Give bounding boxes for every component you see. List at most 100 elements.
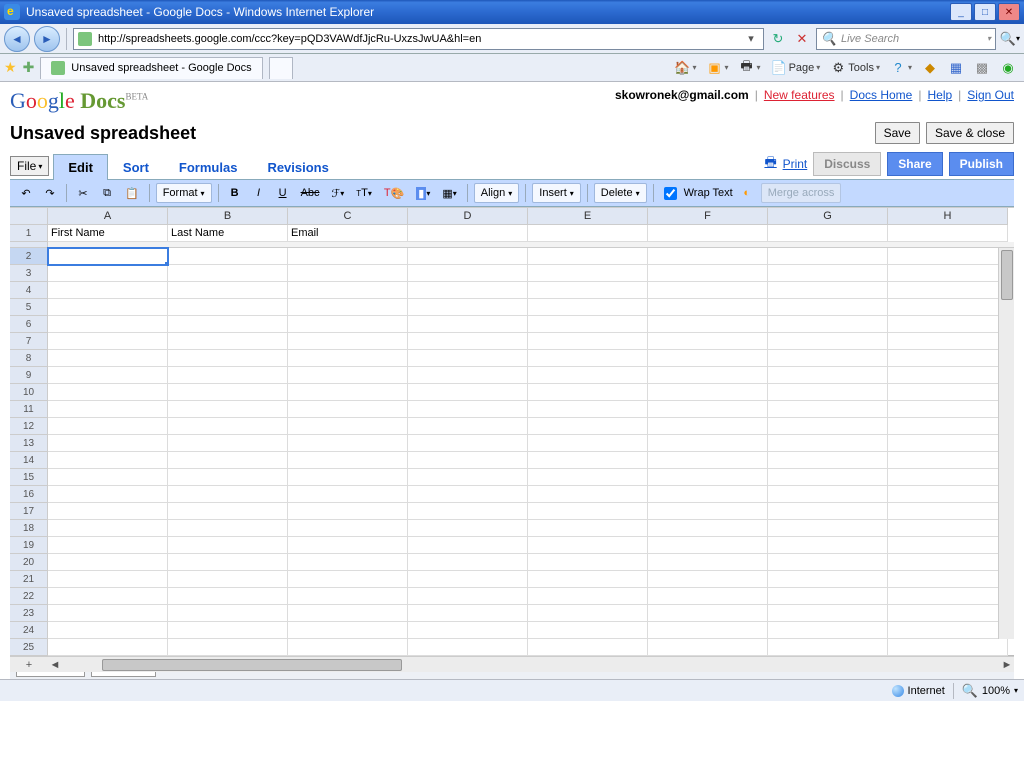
cell-B15[interactable]: [168, 469, 288, 486]
row-header[interactable]: 1: [10, 225, 48, 242]
cell-A7[interactable]: [48, 333, 168, 350]
underline-button[interactable]: U: [273, 183, 293, 203]
cell-B12[interactable]: [168, 418, 288, 435]
cell-C20[interactable]: [288, 554, 408, 571]
cell-A15[interactable]: [48, 469, 168, 486]
cell-D19[interactable]: [408, 537, 528, 554]
cell-D4[interactable]: [408, 282, 528, 299]
cell-A1[interactable]: First Name: [48, 225, 168, 242]
cell-G10[interactable]: [768, 384, 888, 401]
close-button[interactable]: ✕: [998, 3, 1020, 21]
cell-D1[interactable]: [408, 225, 528, 242]
cell-G5[interactable]: [768, 299, 888, 316]
cell-E25[interactable]: [528, 639, 648, 656]
cell-F15[interactable]: [648, 469, 768, 486]
cell-H18[interactable]: [888, 520, 1008, 537]
tab-formulas[interactable]: Formulas: [164, 154, 253, 180]
cell-F21[interactable]: [648, 571, 768, 588]
publish-button[interactable]: Publish: [949, 152, 1014, 176]
row-header[interactable]: 2: [10, 248, 48, 265]
url-dropdown-icon[interactable]: ▾: [743, 32, 759, 45]
cell-H22[interactable]: [888, 588, 1008, 605]
cell-F6[interactable]: [648, 316, 768, 333]
cell-B1[interactable]: Last Name: [168, 225, 288, 242]
column-header-G[interactable]: G: [768, 208, 888, 225]
redo-button[interactable]: ↷: [40, 183, 60, 203]
cell-E8[interactable]: [528, 350, 648, 367]
cell-A5[interactable]: [48, 299, 168, 316]
search-go-button[interactable]: 🔍▾: [1000, 29, 1020, 49]
stop-button[interactable]: ✕: [792, 29, 812, 49]
cell-A24[interactable]: [48, 622, 168, 639]
cell-C23[interactable]: [288, 605, 408, 622]
browser-tab[interactable]: Unsaved spreadsheet - Google Docs: [40, 57, 262, 79]
docs-home-link[interactable]: Docs Home: [850, 88, 913, 102]
row-header[interactable]: 24: [10, 622, 48, 639]
cell-G22[interactable]: [768, 588, 888, 605]
cell-A22[interactable]: [48, 588, 168, 605]
cell-F2[interactable]: [648, 248, 768, 265]
bold-button[interactable]: B: [225, 183, 245, 203]
cell-B5[interactable]: [168, 299, 288, 316]
cell-G24[interactable]: [768, 622, 888, 639]
cell-C4[interactable]: [288, 282, 408, 299]
cell-C3[interactable]: [288, 265, 408, 282]
cell-G1[interactable]: [768, 225, 888, 242]
cell-H1[interactable]: [888, 225, 1008, 242]
cell-E13[interactable]: [528, 435, 648, 452]
fill-color-button[interactable]: ▮▾: [412, 183, 434, 203]
cell-H5[interactable]: [888, 299, 1008, 316]
cell-F19[interactable]: [648, 537, 768, 554]
security-zone[interactable]: Internet: [892, 685, 945, 697]
row-header[interactable]: 4: [10, 282, 48, 299]
cell-E18[interactable]: [528, 520, 648, 537]
cell-H21[interactable]: [888, 571, 1008, 588]
cell-C8[interactable]: [288, 350, 408, 367]
cell-A19[interactable]: [48, 537, 168, 554]
cell-A16[interactable]: [48, 486, 168, 503]
text-color-button[interactable]: T🎨: [380, 183, 408, 203]
cell-B23[interactable]: [168, 605, 288, 622]
cell-H8[interactable]: [888, 350, 1008, 367]
cell-E7[interactable]: [528, 333, 648, 350]
cell-F16[interactable]: [648, 486, 768, 503]
row-header[interactable]: 22: [10, 588, 48, 605]
cell-A21[interactable]: [48, 571, 168, 588]
cell-B19[interactable]: [168, 537, 288, 554]
cell-D5[interactable]: [408, 299, 528, 316]
cell-H25[interactable]: [888, 639, 1008, 656]
row-header[interactable]: 8: [10, 350, 48, 367]
delete-menu[interactable]: Delete▾: [594, 183, 647, 203]
column-header-H[interactable]: H: [888, 208, 1008, 225]
cell-F18[interactable]: [648, 520, 768, 537]
cell-A9[interactable]: [48, 367, 168, 384]
cell-C15[interactable]: [288, 469, 408, 486]
cell-G15[interactable]: [768, 469, 888, 486]
cell-A4[interactable]: [48, 282, 168, 299]
cell-A8[interactable]: [48, 350, 168, 367]
new-features-link[interactable]: New features: [764, 88, 835, 102]
strikethrough-button[interactable]: Abc: [297, 183, 324, 203]
cell-G21[interactable]: [768, 571, 888, 588]
cell-B7[interactable]: [168, 333, 288, 350]
copy-button[interactable]: ⧉: [97, 183, 117, 203]
cell-F12[interactable]: [648, 418, 768, 435]
cell-C9[interactable]: [288, 367, 408, 384]
align-menu[interactable]: Align▾: [474, 183, 519, 203]
cell-D3[interactable]: [408, 265, 528, 282]
cell-E14[interactable]: [528, 452, 648, 469]
cell-G8[interactable]: [768, 350, 888, 367]
cell-H13[interactable]: [888, 435, 1008, 452]
page-menu[interactable]: 📄Page▾: [767, 58, 825, 78]
cell-B3[interactable]: [168, 265, 288, 282]
cell-D9[interactable]: [408, 367, 528, 384]
maximize-button[interactable]: □: [974, 3, 996, 21]
new-tab-button[interactable]: [269, 57, 293, 79]
cell-E11[interactable]: [528, 401, 648, 418]
cell-B10[interactable]: [168, 384, 288, 401]
cell-F10[interactable]: [648, 384, 768, 401]
cell-C17[interactable]: [288, 503, 408, 520]
cell-E21[interactable]: [528, 571, 648, 588]
zoom-control[interactable]: 🔍100%▾: [962, 683, 1018, 699]
cell-G25[interactable]: [768, 639, 888, 656]
